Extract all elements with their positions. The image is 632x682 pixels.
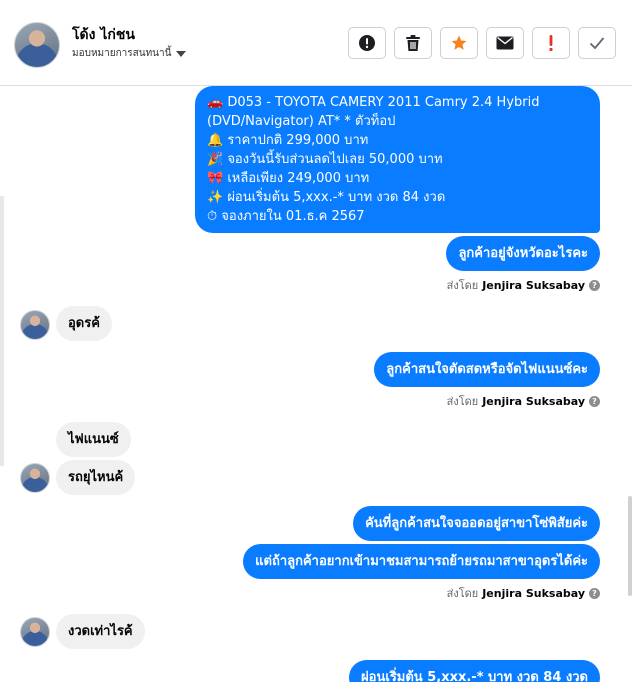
outgoing-message: แต่ถ้าลูกค้าอยากเข้ามาชมสามารถย้ายรถมาสา… xyxy=(243,544,600,579)
help-icon[interactable]: ? xyxy=(589,395,600,407)
check-icon xyxy=(589,37,605,50)
sent-by-label: ส่งโดย Jenjira Suksabay ? xyxy=(447,392,600,410)
scrollbar-thumb[interactable] xyxy=(628,496,632,596)
trash-icon xyxy=(406,35,420,51)
sent-by-label: ส่งโดย Jenjira Suksabay ? xyxy=(447,584,600,602)
outgoing-message: คันที่ลูกค้าสนใจจออดอยู่สาขาโซ่พิสัยค่ะ xyxy=(353,506,600,541)
assign-label: มอบหมายการสนทนานี้ xyxy=(72,48,172,59)
sent-by-label: ส่งโดย Jenjira Suksabay ? xyxy=(447,276,600,294)
message-line: 🎉 จองวันนี้รับส่วนลดไปเลย 50,000 บาท xyxy=(207,152,443,167)
conversation-header: โด้ง ไก่ชน มอบหมายการสนทนานี้ xyxy=(0,0,632,86)
sent-by-agent: Jenjira Suksabay xyxy=(482,278,585,292)
caret-down-icon xyxy=(176,50,187,57)
message-line: ✨ ผ่อนเริ่มต้น 5,xxx.-* บาท งวด 84 งวด xyxy=(207,190,446,205)
incoming-message: อุดรค้ xyxy=(56,306,112,341)
follow-up-button[interactable] xyxy=(532,27,570,59)
car-offer-message: 🚗 D053 - TOYOTA CAMERY 2011 Camry 2.4 Hy… xyxy=(195,86,600,233)
contact-avatar-small xyxy=(20,310,50,340)
message-line: 🚗 D053 - TOYOTA CAMERY 2011 Camry 2.4 Hy… xyxy=(207,95,540,110)
contact-name[interactable]: โด้ง ไก่ชน xyxy=(72,24,135,46)
mark-unread-button[interactable] xyxy=(486,27,524,59)
contact-avatar[interactable] xyxy=(14,22,60,68)
outgoing-message: ผ่อนเริ่มต้น 5,xxx.-* บาท งวด 84 งวด xyxy=(349,660,600,682)
message-line: 🎀 เหลือเพียง 249,000 บาท xyxy=(207,171,370,186)
contact-avatar-small xyxy=(20,617,50,647)
alert-icon xyxy=(549,35,553,52)
incoming-message: งวดเท่าไรค้ xyxy=(56,614,145,649)
sent-by-prefix: ส่งโดย xyxy=(446,587,479,600)
scrollbar-track[interactable] xyxy=(0,196,4,466)
mark-spam-button[interactable] xyxy=(348,27,386,59)
contact-avatar-small xyxy=(20,463,50,493)
incoming-message: ไฟแนนซ์ xyxy=(56,422,131,457)
outgoing-message: ลูกค้าอยู่จังหวัดอะไรคะ xyxy=(446,236,600,271)
message-line: 🔔 ราคาปกติ 299,000 บาท xyxy=(207,133,369,148)
sent-by-agent: Jenjira Suksabay xyxy=(482,586,585,600)
message-line: ⏱ จองภายใน 01.ธ.ค 2567 xyxy=(207,209,365,224)
help-icon[interactable]: ? xyxy=(589,587,600,599)
conversation-toolbar xyxy=(348,27,616,59)
delete-button[interactable] xyxy=(394,27,432,59)
sent-by-prefix: ส่งโดย xyxy=(446,279,479,292)
envelope-icon xyxy=(496,36,514,50)
sent-by-prefix: ส่งโดย xyxy=(446,395,479,408)
assign-conversation-dropdown[interactable]: มอบหมายการสนทนานี้ xyxy=(72,46,187,61)
spam-icon xyxy=(359,35,375,51)
incoming-message: รถยุไหนค้ xyxy=(56,460,136,495)
sent-by-agent: Jenjira Suksabay xyxy=(482,394,585,408)
mark-done-button[interactable] xyxy=(578,27,616,59)
star-icon xyxy=(451,35,467,50)
message-line: (DVD/Navigator) AT* * ตัวท็อป xyxy=(207,114,396,129)
outgoing-message: ลูกค้าสนใจตัดสดหรือจัดไฟแนนซ์คะ xyxy=(374,352,600,387)
message-thread[interactable]: 🚗 D053 - TOYOTA CAMERY 2011 Camry 2.4 Hy… xyxy=(0,86,632,682)
star-button[interactable] xyxy=(440,27,478,59)
help-icon[interactable]: ? xyxy=(589,279,600,291)
